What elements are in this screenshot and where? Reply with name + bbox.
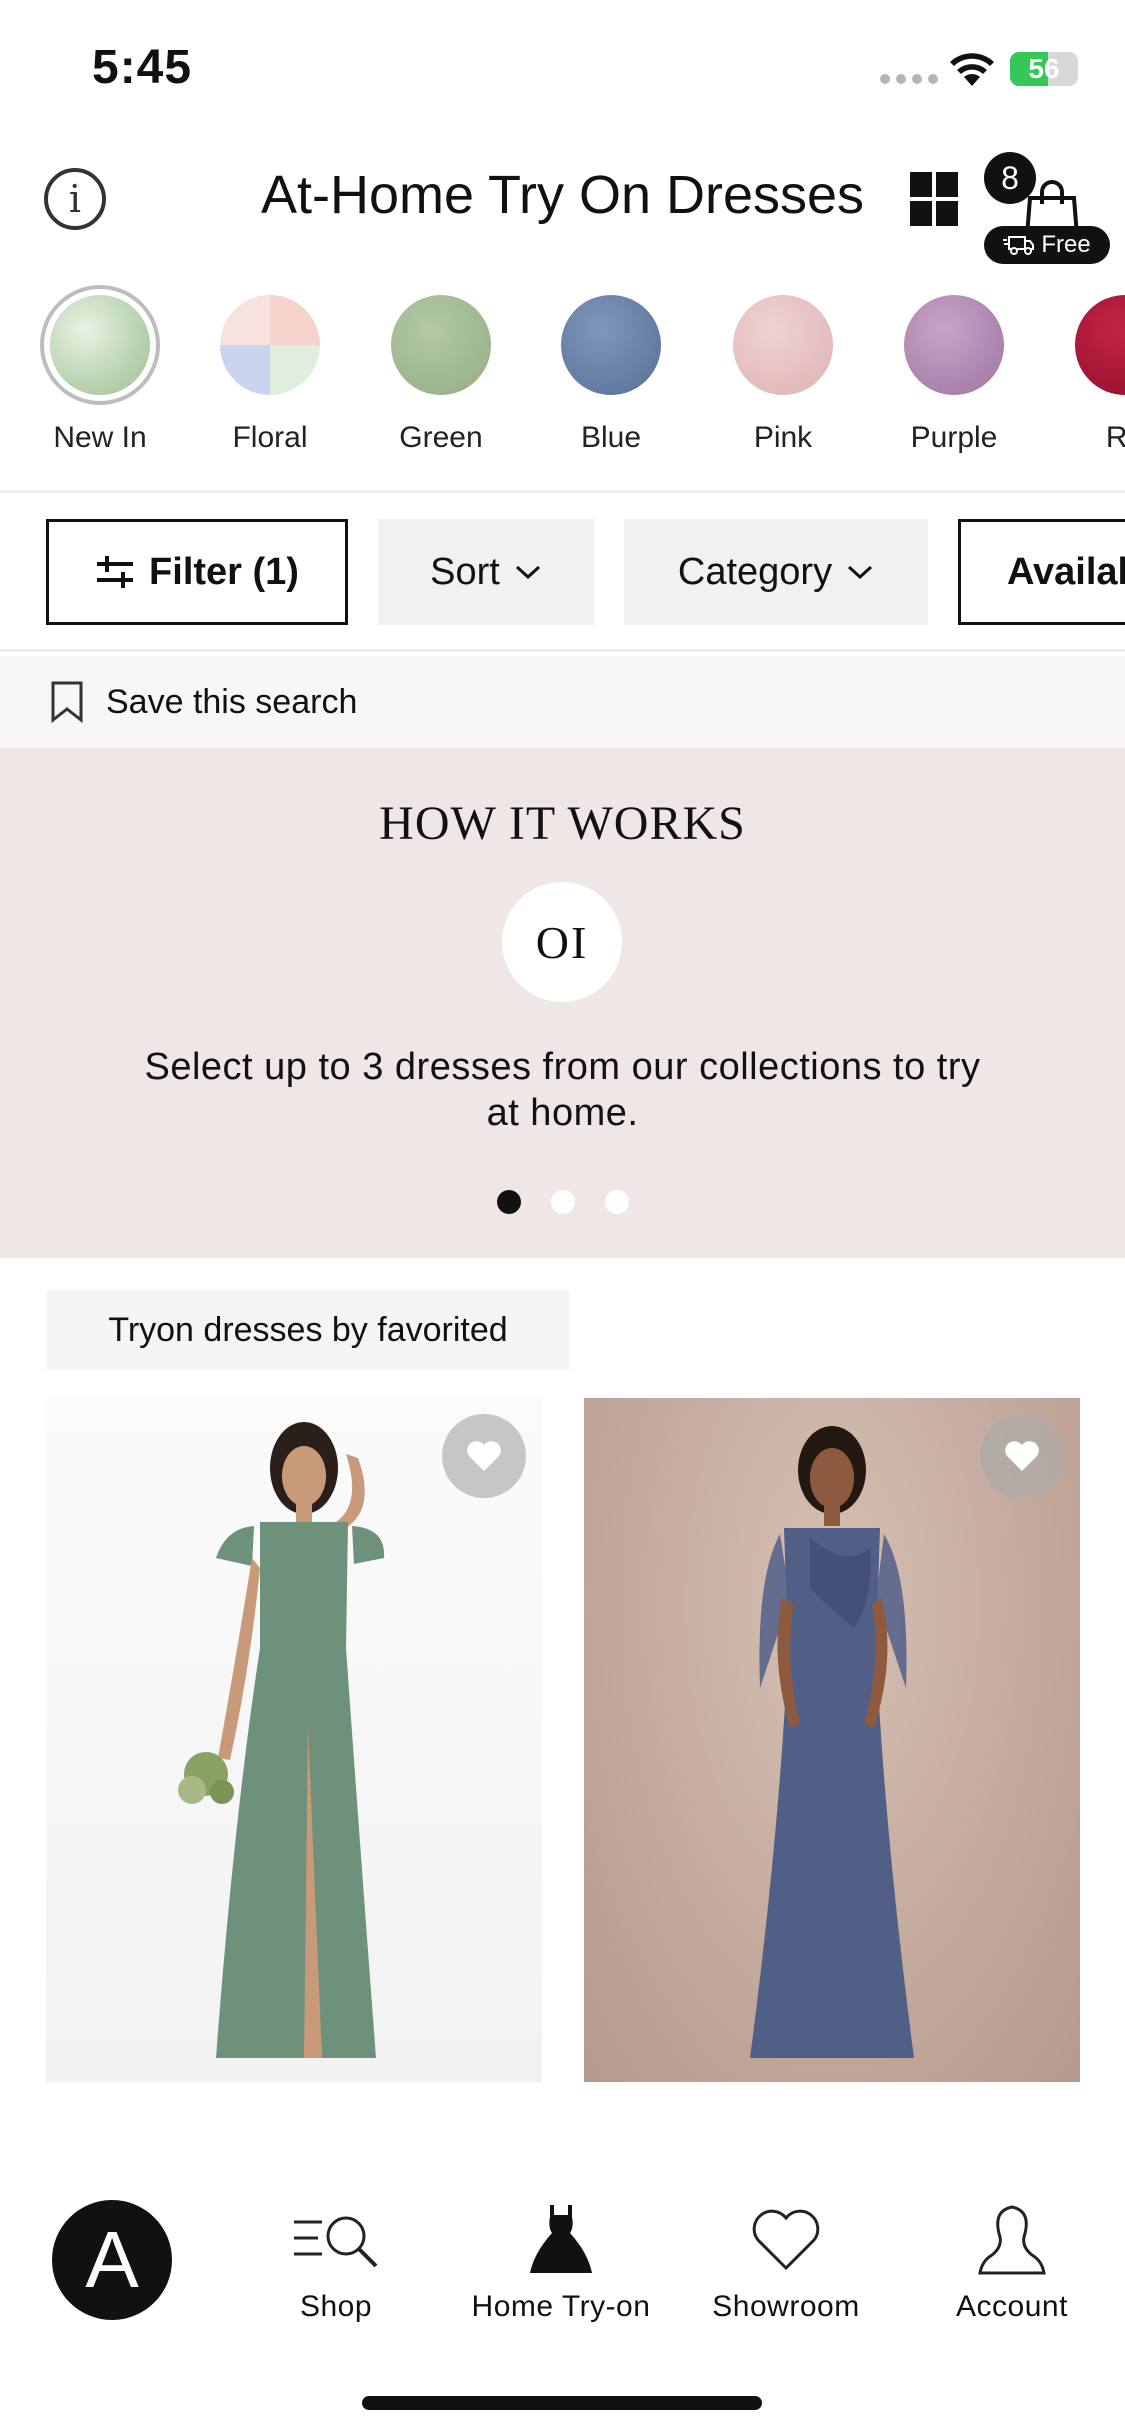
tab-showroom[interactable]: Showroom bbox=[700, 2200, 872, 2324]
heart-outline-icon bbox=[752, 2209, 820, 2271]
swatch-label: Pink bbox=[753, 421, 813, 454]
chevron-down-icon bbox=[848, 565, 873, 580]
product-image bbox=[178, 1422, 385, 2058]
grid-view-icon[interactable] bbox=[910, 172, 958, 226]
status-time: 5:45 bbox=[92, 41, 193, 94]
search-list-icon bbox=[294, 2216, 378, 2268]
dress-icon bbox=[530, 2205, 592, 2273]
user-icon bbox=[978, 2205, 1046, 2275]
truck-icon bbox=[1003, 236, 1035, 255]
tab-shop-label: Shop bbox=[299, 2290, 373, 2323]
heart-icon bbox=[1005, 1441, 1039, 1471]
swatch-purple[interactable]: Purple bbox=[884, 280, 1024, 455]
section-label: Tryon dresses by favorited bbox=[46, 1290, 570, 1370]
home-indicator bbox=[362, 2396, 762, 2410]
swatch-blue-image bbox=[561, 295, 661, 395]
swatch-new-in-image bbox=[50, 295, 150, 395]
category-label: Category bbox=[677, 550, 833, 593]
product-card[interactable] bbox=[584, 1398, 1080, 2082]
free-shipping-label: Free bbox=[1041, 231, 1091, 258]
color-swatch-row: New In Floral Green Blue Pink Purple Re bbox=[0, 280, 1125, 460]
swatch-label: Blue bbox=[580, 421, 642, 454]
swatch-label: Re bbox=[1105, 421, 1125, 454]
brand-logo-button[interactable]: A bbox=[52, 2200, 172, 2320]
tab-home-try-on-label: Home Try-on bbox=[471, 2290, 651, 2323]
free-shipping-badge: Free bbox=[984, 226, 1110, 264]
step-number: OI bbox=[502, 882, 622, 1002]
product-image bbox=[750, 1426, 914, 2058]
filter-button[interactable]: Filter (1) bbox=[46, 519, 348, 625]
favorite-button[interactable] bbox=[442, 1414, 526, 1498]
swatch-green-image bbox=[391, 295, 491, 395]
swatch-label: Floral bbox=[232, 421, 308, 454]
category-dropdown[interactable]: Category bbox=[624, 519, 928, 625]
cart-button[interactable]: 8 Free bbox=[980, 150, 1112, 270]
swatch-floral-image bbox=[220, 295, 320, 395]
swatch-pink[interactable]: Pink bbox=[713, 280, 853, 455]
filter-bar: Filter (1) Sort Category Availal bbox=[0, 490, 1125, 652]
swatch-label: Purple bbox=[910, 421, 998, 454]
tab-home-try-on[interactable]: Home Try-on bbox=[456, 2200, 666, 2324]
chevron-down-icon bbox=[515, 565, 540, 580]
bookmark-icon bbox=[51, 681, 83, 723]
how-it-works-title: HOW IT WORKS bbox=[379, 797, 746, 850]
carousel-dot[interactable] bbox=[604, 1190, 629, 1214]
availability-label: Availal bbox=[1007, 550, 1125, 593]
header: i At-Home Try On Dresses 8 Free bbox=[0, 140, 1125, 264]
save-search-label: Save this search bbox=[106, 682, 358, 721]
swatch-pink-image bbox=[733, 295, 833, 395]
swatch-red-image bbox=[1075, 295, 1125, 395]
favorite-button[interactable] bbox=[980, 1414, 1064, 1498]
filter-sliders-icon bbox=[97, 556, 134, 588]
swatch-new-in[interactable]: New In bbox=[30, 280, 170, 455]
swatch-red[interactable]: Re bbox=[1055, 280, 1125, 455]
status-bar: 5:45 56 bbox=[0, 0, 1125, 140]
wifi-icon bbox=[950, 53, 994, 86]
how-it-works-banner[interactable]: HOW IT WORKS OI Select up to 3 dresses f… bbox=[0, 748, 1125, 1258]
cellular-signal-icon bbox=[880, 74, 938, 84]
filter-label: Filter (1) bbox=[149, 550, 299, 593]
heart-icon bbox=[467, 1441, 501, 1471]
tab-account-label: Account bbox=[956, 2290, 1068, 2323]
carousel-dot[interactable] bbox=[550, 1190, 575, 1214]
tab-account[interactable]: Account bbox=[940, 2200, 1084, 2324]
swatch-floral[interactable]: Floral bbox=[200, 280, 340, 455]
brand-logo-letter: A bbox=[85, 2215, 139, 2304]
battery-icon: 56 bbox=[1010, 52, 1078, 86]
swatch-blue[interactable]: Blue bbox=[541, 280, 681, 455]
carousel-dot[interactable] bbox=[496, 1190, 521, 1214]
sort-dropdown[interactable]: Sort bbox=[378, 519, 594, 625]
battery-level: 56 bbox=[1028, 53, 1060, 84]
swatch-green[interactable]: Green bbox=[371, 280, 511, 455]
swatch-purple-image bbox=[904, 295, 1004, 395]
sort-label: Sort bbox=[430, 550, 500, 593]
save-search-row[interactable]: Save this search bbox=[0, 656, 1125, 748]
cart-count-badge: 8 bbox=[984, 152, 1036, 204]
swatch-label: New In bbox=[53, 421, 147, 454]
how-it-works-text: Select up to 3 dresses from our collecti… bbox=[144, 1046, 981, 1134]
product-card[interactable] bbox=[46, 1398, 542, 2082]
availability-filter-button[interactable]: Availal bbox=[958, 519, 1125, 625]
swatch-label: Green bbox=[399, 421, 483, 454]
tab-showroom-label: Showroom bbox=[712, 2290, 860, 2323]
carousel-dots bbox=[0, 1190, 1125, 1214]
tab-shop[interactable]: Shop bbox=[276, 2200, 396, 2324]
